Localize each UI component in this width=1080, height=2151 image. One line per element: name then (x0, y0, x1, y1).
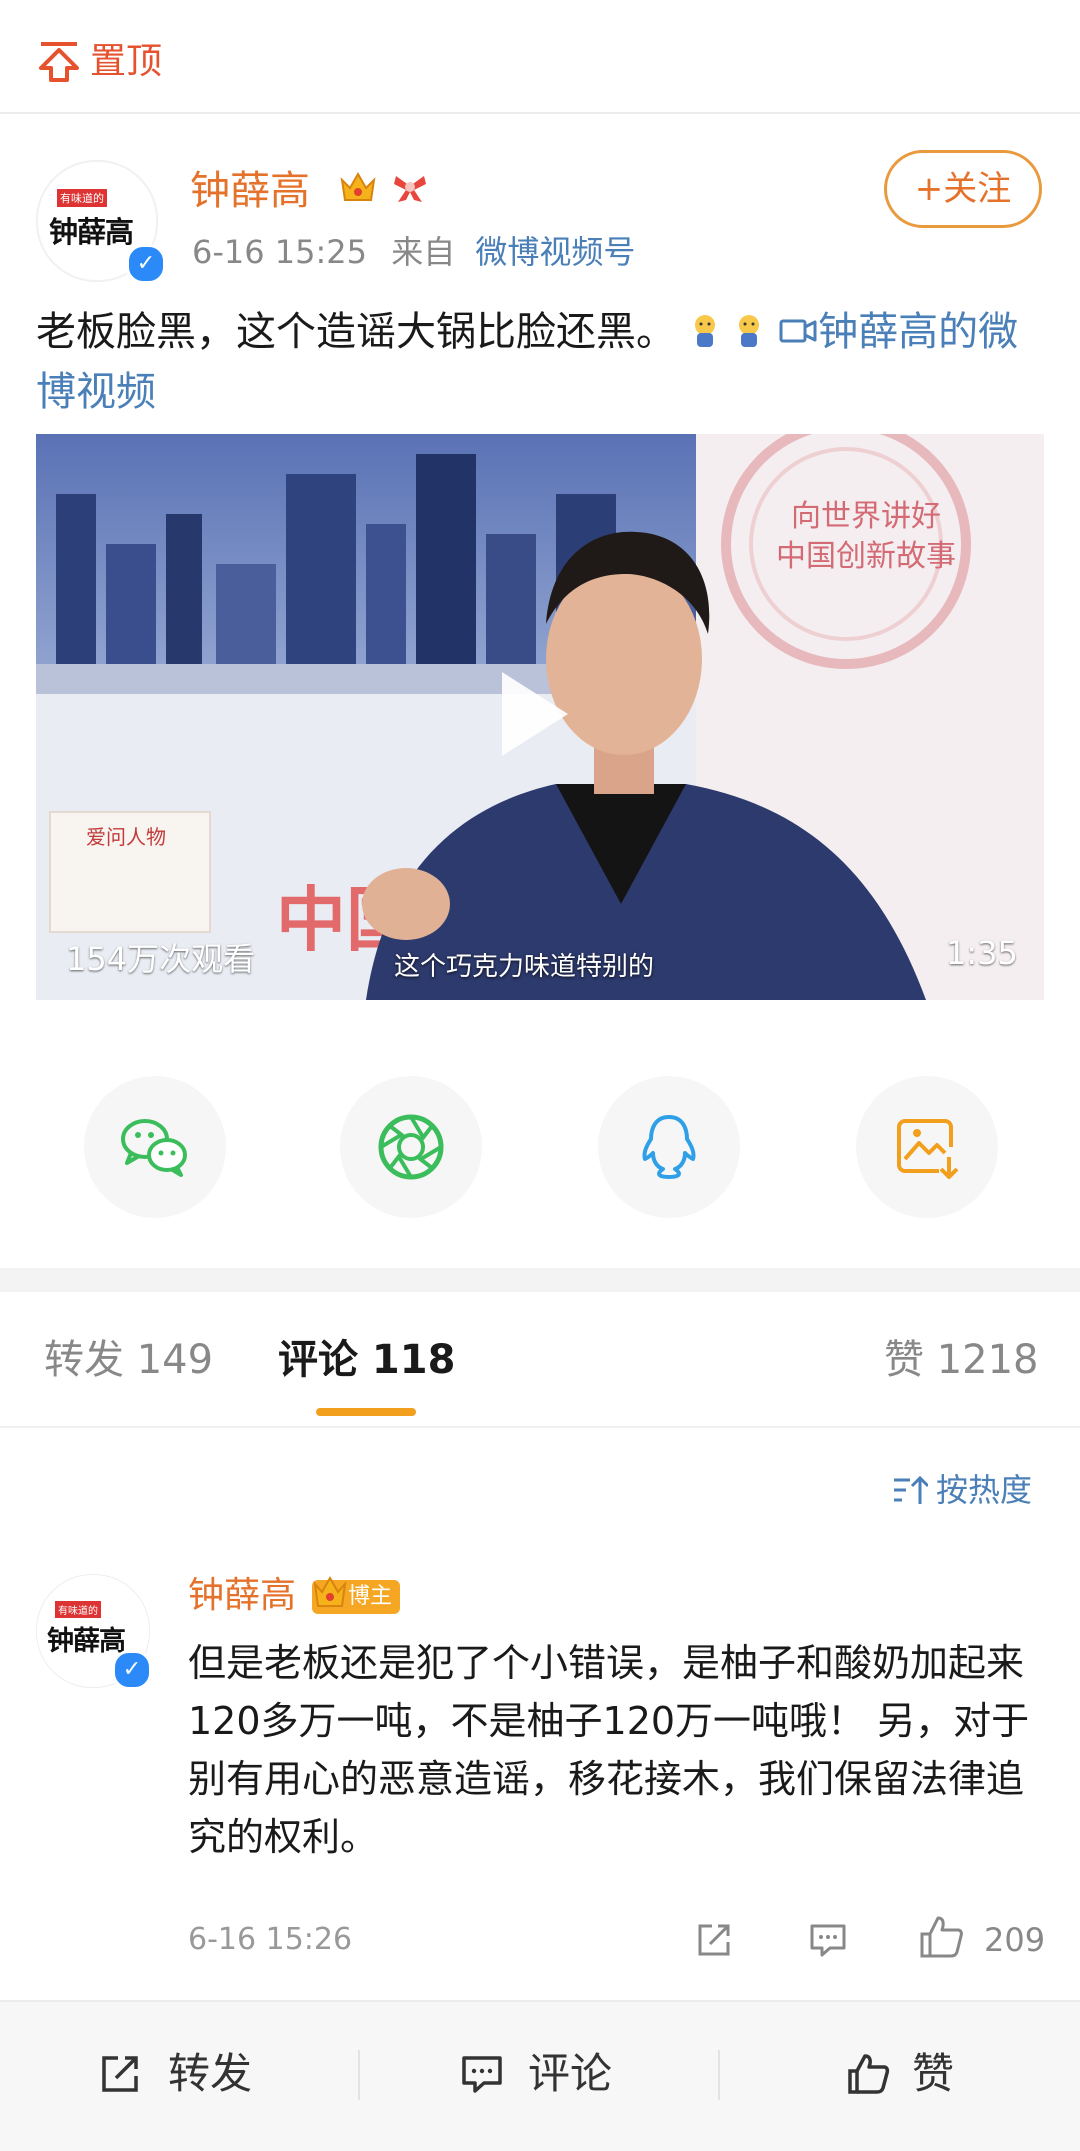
avatar-tag: 有味道的 (57, 189, 107, 207)
bar-divider (718, 2050, 720, 2100)
crown-icon (313, 1575, 347, 1607)
crown-icon (340, 171, 376, 201)
sweat-emoji-icon (694, 315, 715, 347)
post-time: 6-16 15:25 (192, 233, 368, 271)
like-icon[interactable] (846, 2052, 890, 2096)
sort-by-hot[interactable]: 按热度 (936, 1466, 1032, 1514)
active-tab-indicator (316, 1408, 416, 1416)
verified-icon: ✓ (112, 1650, 152, 1690)
book-title-text: 爱问人物 (86, 825, 166, 849)
video-view-count: 154万次观看 (66, 940, 256, 978)
video-link-icon[interactable] (778, 313, 818, 349)
pin-label[interactable]: 置顶 (90, 34, 162, 90)
post-body: 老板脸黑，这个造谣大锅比脸还黑。 (36, 309, 676, 355)
avatar-brand-text: 钟薛高 (47, 1626, 126, 1657)
comment-icon[interactable] (808, 1920, 848, 1960)
tab-reposts[interactable]: 转发 149 (44, 1330, 213, 1390)
video-subtitle: 这个巧克力味道特别的 (394, 952, 655, 982)
share-qq-button[interactable] (598, 1076, 740, 1218)
verified-icon: ✓ (126, 244, 166, 284)
repost-icon[interactable] (694, 1920, 734, 1960)
post-meta: 6-16 15:25 来自 微博视频号 (192, 230, 635, 274)
pin-top-icon[interactable] (38, 42, 80, 82)
sweat-emoji-icon (739, 315, 760, 347)
save-image-button[interactable] (856, 1076, 998, 1218)
avatar-tag: 有味道的 (55, 1601, 101, 1618)
tab-comments[interactable]: 评论 118 (278, 1330, 455, 1390)
avatar-brand-text: 钟薛高 (49, 215, 134, 249)
repost-icon[interactable] (98, 2052, 142, 2096)
save-image-icon (897, 1119, 959, 1179)
repost-button[interactable]: 转发 (168, 2046, 252, 2102)
sort-icon[interactable] (892, 1474, 928, 1508)
video-duration: 1:35 (946, 934, 1018, 972)
qq-icon (642, 1115, 696, 1179)
post-text: 老板脸黑，这个造谣大锅比脸还黑。 钟薛高的微博视频 (36, 302, 1046, 422)
play-button-icon[interactable] (502, 672, 568, 756)
tabs-divider (0, 1426, 1080, 1428)
moments-icon (378, 1114, 444, 1180)
source-link[interactable]: 微博视频号 (475, 233, 635, 271)
wechat-icon (121, 1119, 187, 1177)
ribbon-badge-icon (394, 176, 426, 202)
follow-button[interactable]: +关注 (884, 150, 1042, 228)
author-name[interactable]: 钟薛高 (190, 164, 310, 218)
like-icon[interactable] (918, 1914, 964, 1960)
share-wechat-button[interactable] (84, 1076, 226, 1218)
comment-text: 但是老板还是犯了个小错误，是柚子和酸奶加起来120多万一吨，不是柚子120万一吨… (188, 1641, 1030, 1859)
comment-author[interactable]: 钟薛高 (188, 1570, 296, 1622)
section-separator (0, 1268, 1080, 1292)
comment-time: 6-16 15:26 (188, 1922, 353, 1957)
source-prefix: 来自 (391, 233, 456, 271)
comment-icon[interactable] (460, 2052, 504, 2096)
tab-likes[interactable]: 赞 1218 (884, 1330, 1039, 1390)
sign-text-line-2: 中国创新故事 (776, 539, 956, 574)
share-moments-button[interactable] (340, 1076, 482, 1218)
like-button[interactable]: 赞 (912, 2046, 954, 2102)
sign-text-line-1: 向世界讲好 (791, 499, 941, 534)
comment-button[interactable]: 评论 (528, 2046, 612, 2102)
bar-divider (358, 2050, 360, 2100)
comment-like-count: 209 (984, 1921, 1046, 1959)
